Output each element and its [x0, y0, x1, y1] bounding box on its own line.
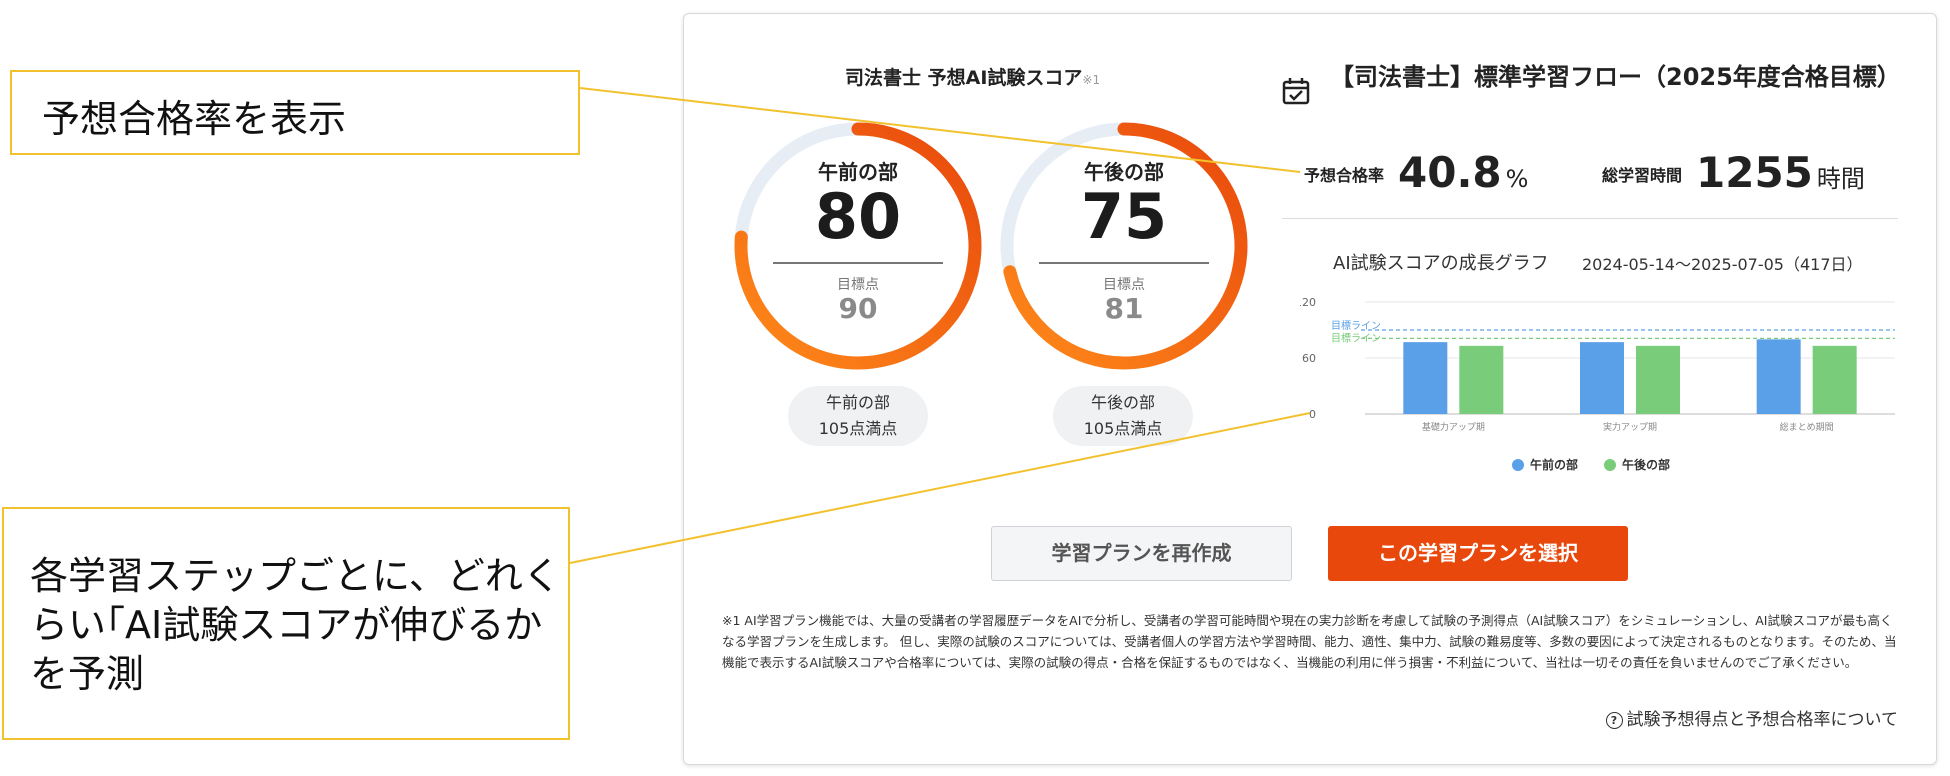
morning-score-gauge: 午前の部 80 目標点 90 — [728, 116, 988, 376]
section-divider — [1282, 218, 1898, 219]
growth-bar-chart: 0 60 120 基礎力アップ期 実力アップ期 総まとめ期間 目標ライン目標ライン午前の部 午… — [1300, 296, 1895, 472]
study-time-unit: 時間 — [1816, 165, 1865, 193]
afternoon-max-score-badge: 午後の部 105点満点 — [1053, 386, 1193, 446]
gauge-target-value: 81 — [1104, 292, 1144, 325]
pass-rate-label: 予想合格率 — [1304, 166, 1385, 185]
pass-rate-stat: 予想合格率 40.8% — [1304, 148, 1528, 197]
afternoon-score-gauge: 午後の部 75 目標点 81 — [994, 116, 1254, 376]
about-scores-link[interactable]: ? 試験予想得点と予想合格率について — [1605, 705, 1899, 730]
pass-rate-value: 40.8 — [1398, 148, 1502, 197]
gauge-target-label: 目標点 — [1103, 277, 1145, 293]
badge-line: 午後の部 — [1090, 393, 1155, 412]
help-icon: ? — [1605, 712, 1623, 729]
growth-graph-title: AI試験スコアの成長グラフ — [1333, 253, 1549, 274]
study-time-stat: 総学習時間 1255 時間 — [1602, 148, 1865, 197]
morning-max-score-badge: 午前の部 105点満点 — [788, 386, 928, 446]
bar — [1636, 345, 1680, 414]
callout-pass-rate-text: 予想合格率を表示 — [42, 97, 347, 141]
study-time-value: 1255 — [1696, 148, 1813, 197]
pass-rate-unit: % — [1505, 165, 1529, 193]
target-line-label: 目標ライン — [1331, 331, 1381, 344]
gauge-target-value: 90 — [838, 292, 878, 325]
callout-pass-rate: 予想合格率を表示 — [10, 70, 580, 155]
score-section-title: 司法書士 予想AI試験スコア※1 — [845, 63, 1100, 90]
legend-swatch — [1604, 459, 1616, 471]
target-line-label: 目標ライン — [1331, 319, 1381, 332]
about-scores-link-text: 試験予想得点と予想合格率について — [1626, 710, 1899, 730]
recreate-plan-button[interactable]: 学習プランを再作成 — [991, 526, 1292, 581]
callout-line: らい｢AI試験スコアが伸びるか — [30, 603, 543, 647]
callout-score-growth: 各学習ステップごとに、どれく らい｢AI試験スコアが伸びるか を予測 — [2, 507, 570, 740]
select-plan-button[interactable]: この学習プランを選択 — [1328, 526, 1628, 581]
y-tick-label: 60 — [1302, 352, 1316, 365]
y-tick-label: 0 — [1309, 408, 1316, 421]
growth-graph-date-range: 2024-05-14～2025-07-05（417日） — [1582, 255, 1863, 274]
score-title-text: 司法書士 予想AI試験スコア — [845, 67, 1083, 89]
gauge-divider — [1039, 262, 1209, 264]
y-tick-label: 120 — [1300, 296, 1316, 309]
x-tick-label: 基礎力アップ期 — [1422, 421, 1485, 433]
bar — [1812, 345, 1857, 414]
gauge-divider — [773, 262, 943, 264]
legend-label: 午前の部 — [1530, 457, 1578, 472]
study-time-label: 総学習時間 — [1602, 166, 1683, 185]
badge-line: 105点満点 — [1083, 419, 1163, 438]
legend-label: 午後の部 — [1622, 457, 1670, 472]
gauge-score: 75 — [1080, 180, 1168, 253]
bar — [1756, 339, 1801, 414]
callout-line: 各学習ステップごとに、どれく — [30, 554, 561, 598]
gauge-target-label: 目標点 — [837, 277, 879, 293]
gauge-score: 80 — [814, 180, 902, 253]
badge-line: 午前の部 — [825, 393, 890, 412]
x-tick-label: 総まとめ期間 — [1780, 421, 1834, 433]
legend-swatch — [1512, 459, 1524, 471]
x-tick-label: 実力アップ期 — [1603, 421, 1657, 433]
bar — [1580, 342, 1624, 414]
callout-line: を予測 — [30, 652, 145, 696]
badge-line: 105点満点 — [818, 419, 898, 438]
bar — [1403, 342, 1448, 414]
study-flow-title: 【司法書士】標準学習フロー（2025年度合格目標） — [1330, 63, 1901, 91]
disclaimer-footnote: ※1 AI学習プラン機能では、大量の受講者の学習履歴データをAIで分析し、受講者… — [722, 613, 1897, 670]
footnote-mark: ※1 — [1082, 73, 1101, 87]
bar — [1459, 345, 1504, 414]
calendar-check-icon — [1282, 78, 1310, 105]
